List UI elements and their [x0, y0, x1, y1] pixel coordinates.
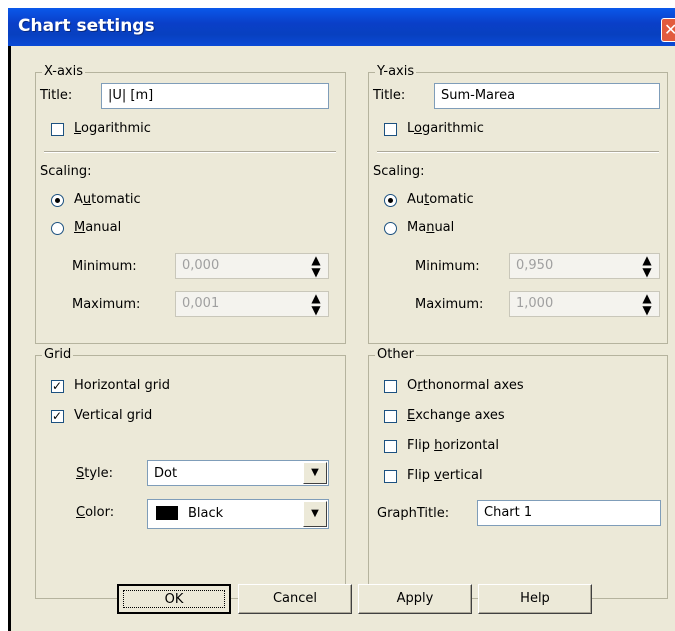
graphtitle-input[interactable]: Chart 1 — [477, 500, 661, 526]
x-title-input[interactable]: |U| [m] — [101, 83, 329, 109]
close-button[interactable]: ✕ — [661, 18, 675, 42]
x-manual-radio[interactable] — [51, 222, 64, 235]
apply-button[interactable]: Apply — [358, 584, 472, 614]
y-axis-group: Y-axis Title: Sum-Marea Logarithmic Scal… — [368, 65, 668, 344]
horizontal-grid-label[interactable]: Horizontal grid — [74, 378, 170, 394]
y-axis-group-label: Y-axis — [375, 64, 417, 79]
x-minimum-label: Minimum: — [72, 259, 137, 274]
x-separator — [44, 151, 336, 153]
cancel-button[interactable]: Cancel — [238, 584, 352, 614]
y-maximum-spin-icon[interactable]: ▲ ▼ — [638, 292, 656, 316]
grid-group-label: Grid — [42, 347, 74, 362]
color-swatch — [156, 506, 178, 520]
flip-vertical-label[interactable]: Flip vertical — [407, 468, 483, 484]
vertical-grid-label[interactable]: Vertical grid — [74, 408, 152, 424]
exchange-axes-label[interactable]: Exchange axes — [407, 408, 505, 424]
x-manual-label[interactable]: Manual — [74, 220, 121, 236]
flip-horizontal-checkbox[interactable] — [384, 440, 397, 453]
y-maximum-label: Maximum: — [415, 297, 484, 312]
other-group-label: Other — [375, 347, 416, 362]
y-title-label: Title: — [373, 88, 406, 103]
x-automatic-radio[interactable] — [51, 194, 64, 207]
grid-group: Grid ✓ Horizontal grid ✓ Vertical grid S… — [35, 348, 346, 599]
checkmark-icon: ✓ — [52, 409, 63, 423]
flip-vertical-checkbox[interactable] — [384, 470, 397, 483]
x-logarithmic-label[interactable]: Logarithmic — [74, 121, 151, 137]
y-manual-radio[interactable] — [384, 222, 397, 235]
x-maximum-spin-icon[interactable]: ▲ ▼ — [307, 292, 325, 316]
orthonormal-axes-label[interactable]: Orthonormal axes — [407, 378, 524, 394]
x-minimum-input[interactable]: 0,000 — [175, 253, 329, 279]
y-minimum-spin-icon[interactable]: ▲ ▼ — [638, 254, 656, 278]
orthonormal-axes-checkbox[interactable] — [384, 380, 397, 393]
ok-button[interactable]: OK — [117, 584, 231, 614]
flip-horizontal-label[interactable]: Flip horizontal — [407, 438, 499, 454]
close-icon: ✕ — [664, 20, 675, 39]
dialog-body: X-axis Title: |U| [m] Logarithmic Scalin… — [11, 46, 675, 631]
x-title-label: Title: — [40, 88, 73, 103]
style-select[interactable]: Dot ▼ — [147, 460, 329, 486]
x-logarithmic-checkbox[interactable] — [51, 123, 64, 136]
window-title: Chart settings — [18, 16, 155, 36]
other-group: Other Orthonormal axes Exchange axes Fli… — [368, 348, 668, 599]
y-title-input[interactable]: Sum-Marea — [434, 83, 660, 109]
style-label: Style: — [76, 466, 114, 481]
x-automatic-label[interactable]: Automatic — [74, 192, 141, 208]
chevron-down-icon[interactable]: ▼ — [303, 462, 327, 484]
y-separator — [377, 151, 659, 153]
y-scaling-label: Scaling: — [373, 164, 425, 179]
x-maximum-input[interactable]: 0,001 — [175, 291, 329, 317]
x-axis-group: X-axis Title: |U| [m] Logarithmic Scalin… — [35, 65, 346, 344]
x-axis-group-label: X-axis — [42, 64, 85, 79]
horizontal-grid-checkbox[interactable]: ✓ — [51, 379, 64, 393]
y-manual-label[interactable]: Manual — [407, 220, 454, 236]
help-button[interactable]: Help — [478, 584, 592, 614]
y-automatic-radio[interactable] — [384, 194, 397, 207]
checkmark-icon: ✓ — [52, 379, 63, 393]
y-automatic-label[interactable]: Automatic — [407, 192, 474, 208]
y-minimum-label: Minimum: — [415, 259, 480, 274]
title-bar[interactable]: Chart settings ✕ — [8, 8, 675, 46]
graphtitle-label: GraphTitle: — [377, 506, 450, 521]
color-select[interactable]: Black ▼ — [147, 499, 329, 529]
chevron-down-icon[interactable]: ▼ — [303, 501, 327, 527]
vertical-grid-checkbox[interactable]: ✓ — [51, 409, 64, 423]
color-label: Color: — [76, 505, 115, 520]
x-scaling-label: Scaling: — [40, 164, 92, 179]
x-minimum-spin-icon[interactable]: ▲ ▼ — [307, 254, 325, 278]
x-maximum-label: Maximum: — [72, 297, 141, 312]
exchange-axes-checkbox[interactable] — [384, 410, 397, 423]
y-logarithmic-checkbox[interactable] — [384, 123, 397, 136]
y-logarithmic-label[interactable]: Logarithmic — [407, 121, 484, 137]
